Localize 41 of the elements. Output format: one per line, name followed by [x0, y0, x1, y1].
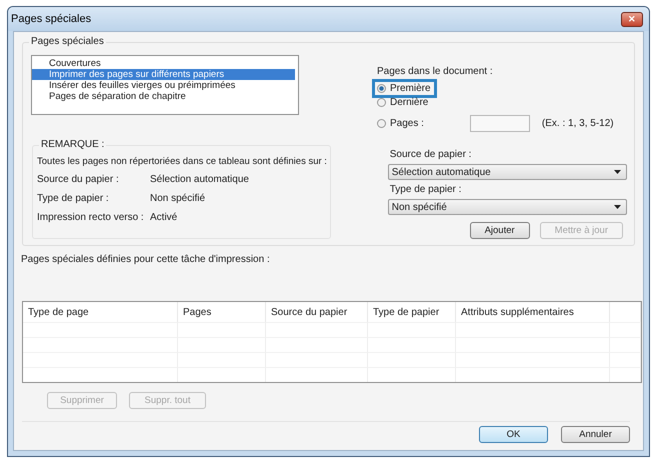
dialog-button[interactable]: Annuler: [561, 426, 630, 443]
list-item[interactable]: Insérer des feuilles vierges ou préimprimées: [32, 80, 298, 91]
list-item[interactable]: Couvertures: [32, 58, 298, 69]
setting-label: Type de papier :: [37, 193, 110, 204]
setting-label: Source du papier :: [37, 174, 120, 185]
action-button[interactable]: Ajouter: [470, 222, 530, 239]
list-item[interactable]: Pages de séparation de chapitre: [32, 91, 298, 102]
setting-value: Activé: [150, 212, 178, 223]
section-label: Pages dans le document :: [377, 66, 494, 77]
radio-button[interactable]: [377, 98, 386, 107]
dialog-button[interactable]: OK: [479, 426, 548, 443]
column-header: Type de page: [23, 302, 178, 322]
table-cell: [610, 367, 641, 382]
dropdown[interactable]: Sélection automatique: [388, 164, 627, 180]
caret-icon: [614, 170, 621, 174]
column-header: Type de papier: [368, 302, 456, 322]
table-cell: [610, 352, 641, 367]
list-item[interactable]: Imprimer des pages sur différents papiers: [32, 69, 295, 80]
hint-text: (Ex. : 1, 3, 5-12): [542, 118, 614, 129]
section-label: Pages spéciales définies pour cette tâche d'impression :: [21, 254, 271, 265]
note-text: Toutes les pages non répertoriées dans ce tableau sont définies sur :: [37, 156, 328, 167]
column-header: Attributs supplémentaires: [456, 302, 610, 322]
column-header: Source du papier: [266, 302, 368, 322]
column-header: Pages: [178, 302, 266, 322]
table-cell: [610, 337, 641, 352]
radio-button[interactable]: [377, 119, 386, 128]
setting-label: Impression recto verso :: [37, 212, 145, 223]
pages-field[interactable]: [470, 115, 530, 132]
field-label: Type de papier :: [390, 184, 462, 195]
caret-icon: [614, 205, 621, 209]
radio-label: Première: [390, 83, 431, 94]
setting-value: Non spécifié: [150, 193, 206, 204]
radio-label: Pages :: [390, 118, 424, 129]
radio-button[interactable]: [377, 84, 386, 93]
group-title: Pages spéciales: [29, 36, 106, 47]
dropdown[interactable]: Non spécifié: [388, 199, 627, 215]
note-title: REMARQUE :: [39, 139, 106, 150]
setting-value: Sélection automatique: [150, 174, 249, 185]
field-label: Source de papier :: [390, 149, 472, 160]
radio-label: Dernière: [390, 97, 428, 108]
window-title: Pages spéciales: [11, 13, 92, 25]
